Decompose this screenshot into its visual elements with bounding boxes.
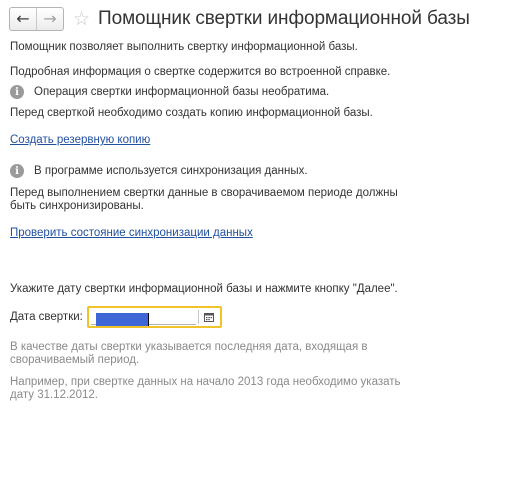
date-row: Дата свертки: [10,306,420,328]
date-hint: В качестве даты свертки указывается посл… [10,341,368,366]
create-backup-link[interactable]: Создать резервную копию [10,134,150,146]
navigation-buttons: ← → [9,7,64,31]
window-header: ← → ☆ Помощник свертки информационной ба… [9,6,470,32]
page-title: Помощник свертки информационной базы [98,8,470,29]
irreversible-warning: i Операция свертки информационной базы н… [10,85,420,99]
backup-note: Перед сверткой необходимо создать копию … [10,107,373,119]
warning-text: Операция свертки информационной базы нео… [34,85,330,98]
date-prompt: Укажите дату свертки информационной базы… [10,283,398,295]
sync-warning-text: В программе используется синхронизация д… [34,164,308,177]
date-field[interactable] [86,306,222,328]
date-example: Например, при свертке данных на начало 2… [10,376,401,401]
check-sync-link[interactable]: Проверить состояние синхронизации данных [10,227,253,239]
wizard-content: Помощник позволяет выполнить свертку инф… [10,41,420,402]
backup-link-wrapper: Создать резервную копию [10,134,420,147]
info-icon: i [10,164,24,178]
date-selection [95,313,148,326]
calendar-divider [197,310,199,324]
forward-arrow-icon[interactable]: → [37,8,63,30]
back-arrow-icon[interactable]: ← [10,8,36,30]
sync-link-wrapper: Проверить состояние синхронизации данных [10,227,420,240]
calendar-icon[interactable] [202,310,216,324]
date-label: Дата свертки: [10,310,83,323]
favorite-star-icon[interactable]: ☆ [73,9,90,29]
info-icon: i [10,85,24,99]
intro-text: Помощник позволяет выполнить свертку инф… [10,41,358,53]
sync-warning: i В программе используется синхронизация… [10,164,420,178]
details-text: Подробная информация о свертке содержитс… [10,66,391,78]
sync-note: Перед выполнением свертки данные в свора… [10,187,398,212]
date-input[interactable] [90,310,196,326]
text-cursor [147,313,149,326]
